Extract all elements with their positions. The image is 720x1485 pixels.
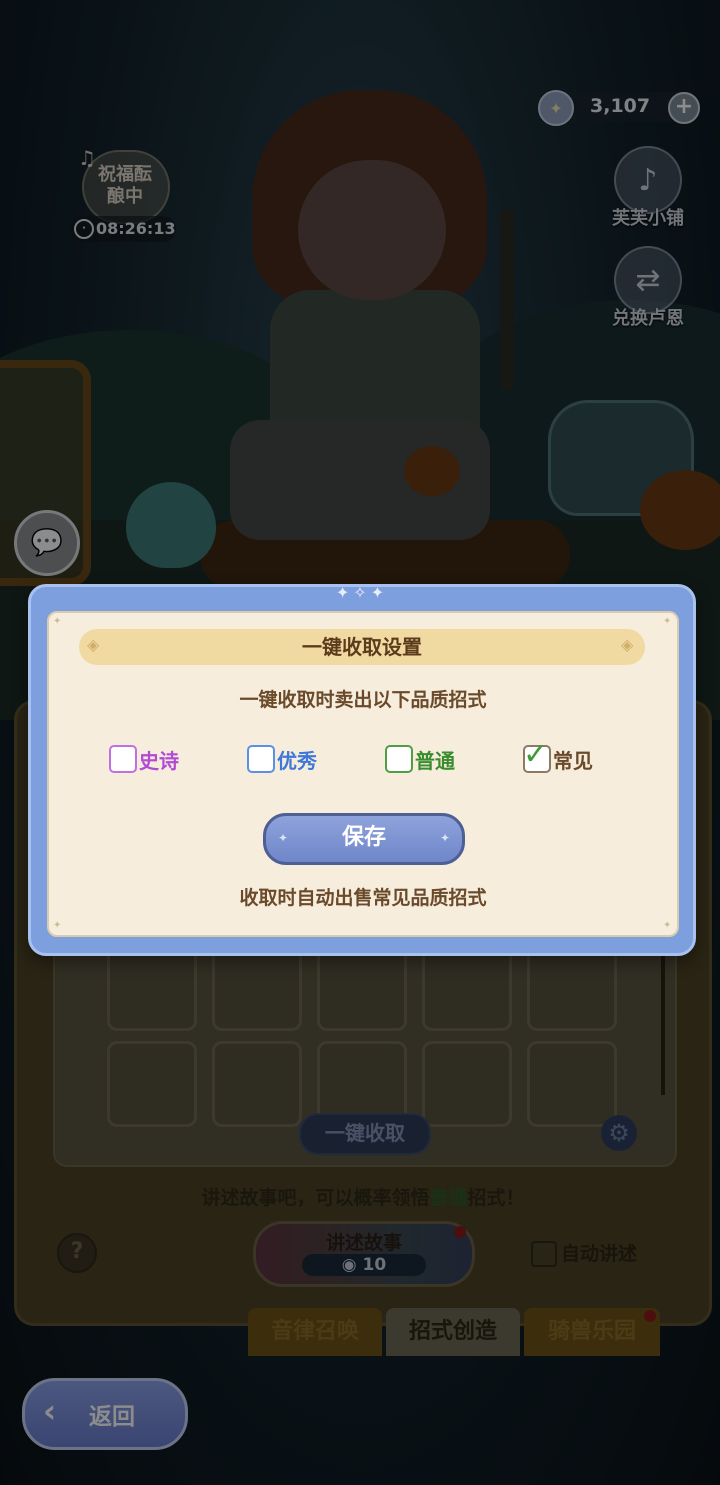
checkbox-normal[interactable] <box>385 745 413 773</box>
option-normal-label: 普通 <box>415 749 455 773</box>
corner-ornament-icon: ✦ <box>663 616 672 627</box>
option-common-label: 常见 <box>553 749 593 773</box>
auto-collect-settings-dialog: ✦✧✦ ✦ ✦ ✦ ✦ ◈ 一键收取设置 ◈ 一键收取时卖出以下品质招式 史诗 … <box>28 583 696 956</box>
checkbox-epic[interactable] <box>109 745 137 773</box>
auto-sell-note: 收取时自动出售常见品质招式 <box>239 887 487 909</box>
option-epic-label: 史诗 <box>139 749 179 773</box>
diamond-ornament-icon: ◈ <box>621 635 634 654</box>
save-label: 保存 <box>341 825 386 850</box>
option-excellent-label: 优秀 <box>277 749 317 773</box>
dialog-title: 一键收取设置 <box>302 635 422 659</box>
corner-ornament-icon: ✦ <box>53 616 62 627</box>
save-button[interactable]: ✦ 保存 ✦ <box>263 813 465 865</box>
sparkle-ornament-icon: ✦✧✦ <box>335 583 389 602</box>
dialog-title-bar: ◈ 一键收取设置 ◈ <box>79 629 645 665</box>
checkmark-icon: ✓ <box>523 737 549 772</box>
checkbox-excellent[interactable] <box>247 745 275 773</box>
corner-ornament-icon: ✦ <box>663 920 672 931</box>
corner-ornament-icon: ✦ <box>53 920 62 931</box>
dialog-subtitle: 一键收取时卖出以下品质招式 <box>239 689 487 711</box>
sparkle-icon: ✦ <box>439 831 450 845</box>
sparkle-icon: ✦ <box>278 831 289 845</box>
dialog-paper: ✦ ✦ ✦ ✦ ◈ 一键收取设置 ◈ 一键收取时卖出以下品质招式 史诗 优秀 普… <box>47 611 679 937</box>
